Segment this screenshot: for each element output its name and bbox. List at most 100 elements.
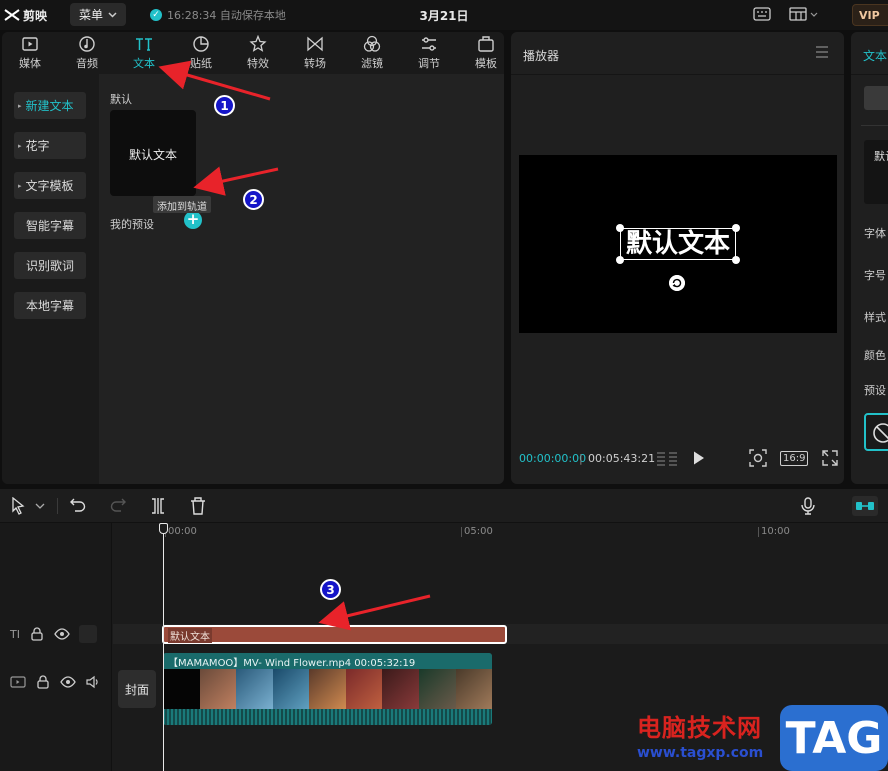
inspector-button[interactable] bbox=[864, 86, 888, 110]
section-default-heading: 默认 bbox=[110, 93, 132, 106]
layout-icon[interactable] bbox=[789, 7, 819, 21]
total-time: 00:05:43:21 bbox=[588, 452, 656, 465]
default-text-template-card[interactable]: 默认文本 + bbox=[110, 110, 202, 229]
tab-filter[interactable]: 滤镜 bbox=[348, 32, 396, 74]
eye-icon[interactable] bbox=[60, 675, 76, 689]
resize-handle[interactable] bbox=[616, 224, 624, 232]
tab-label: 贴纸 bbox=[190, 57, 212, 70]
link-toggle[interactable] bbox=[852, 496, 878, 516]
select-cursor-icon[interactable] bbox=[10, 497, 46, 515]
tab-adjust[interactable]: 调节 bbox=[405, 32, 453, 74]
app-logo: 剪映 bbox=[4, 6, 47, 24]
tab-template[interactable]: 模板 bbox=[462, 32, 504, 74]
category-text-template[interactable]: ▸ 文字模板 bbox=[14, 172, 86, 199]
tab-transition[interactable]: 转场 bbox=[291, 32, 339, 74]
tab-label: 特效 bbox=[247, 57, 269, 70]
tab-media[interactable]: 媒体 bbox=[6, 32, 54, 74]
thumbnail bbox=[455, 669, 492, 709]
tab-sticker[interactable]: 贴纸 bbox=[177, 32, 225, 74]
play-button[interactable] bbox=[692, 450, 706, 466]
category-label: 识别歌词 bbox=[25, 259, 74, 273]
tab-label: 媒体 bbox=[19, 57, 41, 70]
preview-viewport[interactable]: 默认文本 bbox=[519, 155, 837, 333]
category-auto-captions[interactable]: 智能字幕 bbox=[14, 212, 86, 239]
focus-icon[interactable] bbox=[749, 449, 767, 467]
undo-icon[interactable] bbox=[70, 497, 86, 513]
thumbnail bbox=[382, 669, 419, 709]
style-label: 样式 bbox=[864, 311, 886, 324]
divider bbox=[851, 74, 888, 75]
player-panel: 播放器 默认文本 00:00:00:00 | 00:05:43:21 16:9 bbox=[511, 32, 844, 484]
audio-icon bbox=[79, 36, 95, 52]
watermark-url: www.tagxp.com bbox=[637, 745, 764, 761]
playhead-handle[interactable] bbox=[159, 523, 168, 534]
resize-handle[interactable] bbox=[616, 256, 624, 264]
template-label: 默认文本 bbox=[128, 148, 177, 162]
eye-icon[interactable] bbox=[54, 627, 70, 641]
resize-handle[interactable] bbox=[732, 256, 740, 264]
playhead-line[interactable] bbox=[163, 523, 164, 771]
fullscreen-icon[interactable] bbox=[822, 450, 838, 466]
volume-icon[interactable] bbox=[85, 675, 101, 689]
timeline-tracks[interactable]: 00:00 05:00 10:00 默认文本 【MAMAMOO】MV- Wind… bbox=[113, 523, 888, 771]
menu-button[interactable]: 菜单 bbox=[70, 3, 126, 26]
annotation-badge-2: 2 bbox=[243, 189, 264, 210]
add-to-track-button[interactable]: + bbox=[184, 211, 202, 229]
expand-triangle-icon: ▸ bbox=[18, 181, 22, 190]
text-clip[interactable]: 默认文本 bbox=[162, 625, 507, 644]
tab-text[interactable]: 文本 bbox=[120, 32, 168, 74]
preset-none-tile[interactable] bbox=[864, 413, 888, 451]
tab-audio[interactable]: 音频 bbox=[63, 32, 111, 74]
vip-badge[interactable]: VIP bbox=[852, 4, 888, 26]
tab-effects[interactable]: 特效 bbox=[234, 32, 282, 74]
divider bbox=[511, 74, 844, 75]
video-clip[interactable]: 【MAMAMOO】MV- Wind Flower.mp4 00:05:32:19 bbox=[163, 653, 492, 725]
ruler-label: 00:00 bbox=[168, 526, 197, 537]
delete-icon[interactable] bbox=[190, 497, 206, 515]
time-ruler[interactable]: 00:00 05:00 10:00 bbox=[113, 523, 888, 541]
cover-button[interactable]: 封面 bbox=[118, 670, 156, 708]
annotation-badge-3: 3 bbox=[320, 579, 341, 600]
video-clip-label: 【MAMAMOO】MV- Wind Flower.mp4 00:05:32:19 bbox=[163, 653, 492, 669]
lock-icon[interactable] bbox=[29, 627, 45, 641]
redo-icon[interactable] bbox=[110, 497, 126, 513]
track-headers: TI bbox=[0, 523, 112, 771]
tab-label: 调节 bbox=[418, 57, 440, 70]
category-label: 新建文本 bbox=[25, 99, 74, 113]
thumbnail bbox=[345, 669, 383, 709]
split-icon[interactable] bbox=[150, 497, 166, 515]
ruler-tick bbox=[461, 527, 462, 537]
video-track-icon bbox=[10, 676, 26, 688]
none-icon bbox=[873, 423, 888, 443]
category-recognize-lyrics[interactable]: 识别歌词 bbox=[14, 252, 86, 279]
rotate-icon[interactable] bbox=[669, 275, 685, 291]
preview-text-box[interactable]: 默认文本 bbox=[620, 228, 736, 260]
category-sidebar: ▸ 新建文本 ▸ 花字 ▸ 文字模板 智能字幕 识别歌词 本地字幕 bbox=[2, 74, 99, 484]
category-fancy-text[interactable]: ▸ 花字 bbox=[14, 132, 86, 159]
category-label: 本地字幕 bbox=[25, 299, 74, 313]
video-thumbnails bbox=[163, 669, 492, 709]
inspector-tab-text[interactable]: 文本 bbox=[863, 47, 887, 64]
capcut-logo-icon bbox=[4, 9, 20, 21]
ruler-tick bbox=[758, 527, 759, 537]
lock-icon[interactable] bbox=[35, 675, 51, 689]
microphone-icon[interactable] bbox=[800, 497, 816, 515]
video-track-header bbox=[10, 675, 101, 689]
text-clip-label: 默认文本 bbox=[168, 628, 212, 643]
resize-handle[interactable] bbox=[732, 224, 740, 232]
keyboard-icon[interactable] bbox=[753, 7, 771, 21]
effects-icon bbox=[249, 35, 267, 52]
tab-label: 模板 bbox=[475, 57, 497, 70]
aspect-ratio-button[interactable]: 16:9 bbox=[780, 451, 809, 466]
chevron-down-icon bbox=[108, 11, 117, 18]
category-local-captions[interactable]: 本地字幕 bbox=[14, 292, 86, 319]
tab-label: 滤镜 bbox=[361, 57, 383, 70]
grid-list-icon[interactable] bbox=[656, 450, 678, 466]
materials-content: 默认 默认文本 + 添加到轨道 我的预设 bbox=[99, 74, 504, 484]
materials-panel: 媒体 音频 文本 贴纸 特效 转场 滤镜 调节 模板 ▸ 新建文本 ▸ 花字 ▸… bbox=[2, 32, 504, 484]
menu-lines-icon[interactable] bbox=[814, 45, 830, 59]
ruler-label: 10:00 bbox=[761, 526, 790, 537]
text-content-input[interactable]: 默认 bbox=[864, 140, 888, 204]
category-new-text[interactable]: ▸ 新建文本 bbox=[14, 92, 86, 119]
font-label: 字体 bbox=[864, 227, 886, 240]
